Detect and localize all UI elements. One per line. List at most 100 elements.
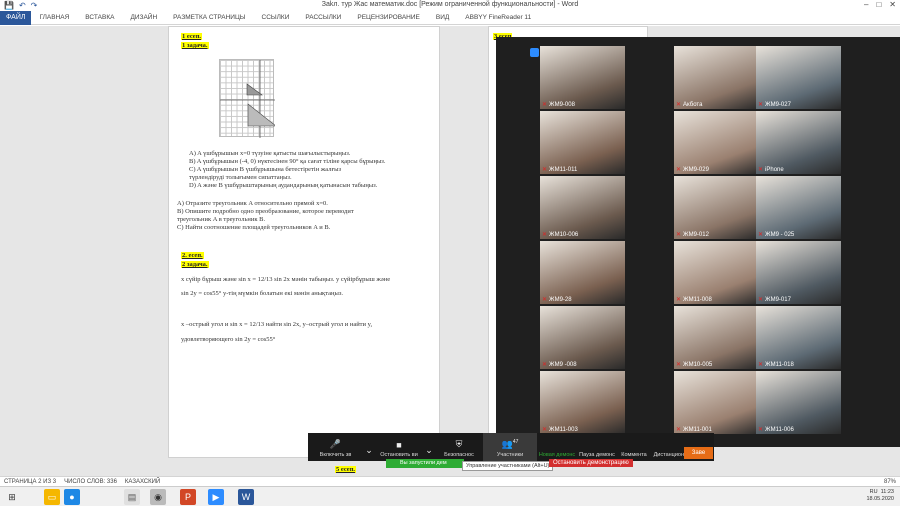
tab-file[interactable]: ФАЙЛ	[0, 10, 32, 25]
end-meeting-button[interactable]: Заве	[684, 447, 713, 459]
participant-tile[interactable]: ✕ ЖМ9-017	[756, 241, 841, 304]
participant-tile[interactable]: ✕ ЖМ11-003	[540, 371, 625, 434]
participant-tile[interactable]: ✕ ЖМ9-029	[674, 111, 759, 174]
kz-question-c-cont: түрлендіруді толығымен сипаттаңыз.	[189, 174, 292, 181]
participant-name: ✕ ЖМ9-017	[758, 296, 791, 304]
participant-tile[interactable]: ✕ ЖМ11-018	[756, 306, 841, 369]
participant-name-label: ЖМ9-027	[765, 101, 791, 108]
participants-count: 47	[512, 439, 519, 445]
participant-tile[interactable]: ✕ ЖМ11-001	[674, 371, 759, 434]
system-tray: RU 11:23 18.05.2020	[866, 489, 894, 503]
tab-view[interactable]: ВИД	[428, 14, 457, 21]
participant-tile[interactable]: ✕ ЖМ9 -008	[540, 306, 625, 369]
problem-2-ru-line2: удовлетворяющего sin 2y = cos55°	[181, 336, 276, 343]
clock-time[interactable]: 11:23	[881, 489, 894, 495]
file-explorer-icon[interactable]: ▭	[44, 489, 60, 505]
zoom-toolbar: 🎤 Включить зв ⌄ ■ Остановить ви ⌄ ⛨ Безо…	[308, 433, 714, 461]
tab-home[interactable]: ГЛАВНАЯ	[31, 14, 77, 21]
coordinate-grid-figure	[219, 59, 275, 138]
maximize-icon[interactable]: □	[876, 0, 881, 9]
participant-name-label: ЖМ11-001	[683, 426, 712, 433]
participant-name: ✕ ЖМ9 -008	[542, 361, 577, 369]
participant-video	[756, 176, 841, 239]
tab-abbyy[interactable]: ABBYY FineReader 11	[457, 14, 539, 21]
participant-video	[756, 111, 841, 174]
mic-muted-icon: ✕	[676, 362, 682, 368]
mic-muted-icon: ✕	[542, 362, 548, 368]
mic-muted-icon: ✕	[676, 167, 682, 173]
windows-start-icon[interactable]: ⊞	[4, 489, 20, 505]
mic-muted-icon: 🎤	[329, 439, 342, 449]
kz-questions: A) A үшбұрышын x=0 түзуіне қатысты шағыл…	[189, 150, 386, 190]
new-share-button[interactable]: Новая демонс	[537, 433, 577, 461]
shield-icon[interactable]	[530, 48, 539, 57]
participant-name: ✕ ЖМ10-005	[676, 361, 712, 369]
audio-options-chevron-icon[interactable]: ⌄	[363, 433, 375, 461]
close-icon[interactable]: ✕	[889, 0, 896, 9]
stop-share-button[interactable]: Остановить демонстрацию	[549, 459, 633, 467]
participant-tile[interactable]: ✕ ЖМ9-027	[756, 46, 841, 109]
mic-muted-icon: ✕	[758, 297, 764, 303]
participant-tile[interactable]: ✕ ЖМ10-005	[674, 306, 759, 369]
camera-icon: ■	[396, 440, 402, 450]
redo-icon[interactable]: ↷	[31, 1, 38, 10]
participant-tile[interactable]: ✕ ЖМ9 - 025	[756, 176, 841, 239]
zoom-app-icon[interactable]: ▶	[208, 489, 224, 505]
stop-video-button[interactable]: ■ Остановить ви	[375, 433, 423, 461]
language-indicator[interactable]: КАЗАХСКИЙ	[121, 479, 164, 485]
media-icon[interactable]: ◉	[150, 489, 166, 505]
participant-name: ✕ ЖМ10-006	[542, 231, 579, 239]
pause-share-button[interactable]: Пауза демонс	[577, 433, 617, 461]
zoom-level[interactable]: 87%	[880, 479, 900, 485]
video-options-chevron-icon[interactable]: ⌄	[423, 433, 435, 461]
participant-tile[interactable]: ✕ ЖМ9-012	[674, 176, 759, 239]
save-icon[interactable]: 💾	[4, 1, 14, 10]
keyboard-language[interactable]: RU	[870, 489, 878, 495]
new-share-label: Новая демонс	[538, 452, 576, 458]
security-button[interactable]: ⛨ Безопаснос	[435, 433, 483, 461]
participant-video	[540, 371, 625, 434]
annotate-button[interactable]: Коммента	[617, 433, 651, 461]
participant-tile[interactable]: ✕ ЖМ11-006	[756, 371, 841, 434]
participant-tile[interactable]: ✕ ЖМ9-28	[540, 241, 625, 304]
tab-insert[interactable]: ВСТАВКА	[77, 14, 122, 21]
tab-design[interactable]: ДИЗАЙН	[122, 14, 165, 21]
problem-2-ru: x –острый угол и sin x = 12/13 найти sin…	[181, 317, 372, 347]
word-count[interactable]: ЧИСЛО СЛОВ: 336	[60, 479, 121, 485]
taskbar: ⊞ ▭ ● ▤ ◉ P ▶ W RU 11:23 18.05.2020	[0, 486, 900, 506]
participant-tile[interactable]: ✕ ЖМ11-011	[540, 111, 625, 174]
participant-name-label: ЖМ9-017	[765, 296, 791, 303]
document-page[interactable]: 1 есеп. 1 задача. A) A үшбұрышын x=0 түз…	[168, 26, 440, 458]
problem-2-label: 2. есеп.	[181, 252, 204, 259]
page-indicator[interactable]: СТРАНИЦА 2 ИЗ 3	[0, 479, 60, 485]
tab-references[interactable]: ССЫЛКИ	[254, 14, 298, 21]
clock-date[interactable]: 18.05.2020	[866, 496, 894, 503]
participant-tile[interactable]: ✕ Акбота	[674, 46, 759, 109]
minimize-icon[interactable]: –	[864, 0, 868, 9]
zoom-gallery-window[interactable]: ✕ ЖМ9-008 ✕ Акбота ✕ ЖМ9-027 ✕ ЖМ11-011 ✕ ЖМ9-029…	[496, 37, 900, 447]
undo-icon[interactable]: ↶	[19, 1, 26, 10]
participant-name-label: ЖМ10-006	[549, 231, 579, 238]
participant-name: ✕ Акбота	[676, 101, 702, 109]
tab-review[interactable]: РЕЦЕНЗИРОВАНИЕ	[349, 14, 428, 21]
problem-2-kz-line1: x сүйір бұрыш және sin x = 12/13 sin 2x …	[181, 276, 391, 283]
word-title-bar: 💾 ↶ ↷ Заkл. тур Жас математик.doc [Режим…	[0, 0, 900, 11]
participants-label: Участники	[496, 452, 524, 458]
powerpoint-icon[interactable]: P	[180, 489, 196, 505]
chrome-icon[interactable]: ●	[64, 489, 80, 505]
unmute-button[interactable]: 🎤 Включить зв	[308, 433, 363, 461]
tab-mailings[interactable]: РАССЫЛКИ	[297, 14, 349, 21]
participant-video	[540, 46, 625, 109]
word-app-icon[interactable]: W	[238, 489, 254, 505]
participant-tile[interactable]: ✕ iPhone	[756, 111, 841, 174]
participant-tile[interactable]: ✕ ЖМ9-008	[540, 46, 625, 109]
participants-tooltip: Управление участниками (Alt+U)	[462, 461, 554, 471]
participants-icon: 👥47	[501, 439, 519, 449]
app-icon[interactable]: ▤	[124, 489, 140, 505]
participant-tile[interactable]: ✕ ЖМ11-008	[674, 241, 759, 304]
quick-access-toolbar: 💾 ↶ ↷	[4, 1, 37, 10]
participant-tile[interactable]: ✕ ЖМ10-006	[540, 176, 625, 239]
participants-button[interactable]: 👥47 Участники	[483, 433, 537, 461]
ribbon-tabs: ФАЙЛ ГЛАВНАЯ ВСТАВКА ДИЗАЙН РАЗМЕТКА СТР…	[0, 10, 900, 25]
tab-layout[interactable]: РАЗМЕТКА СТРАНИЦЫ	[165, 14, 253, 21]
